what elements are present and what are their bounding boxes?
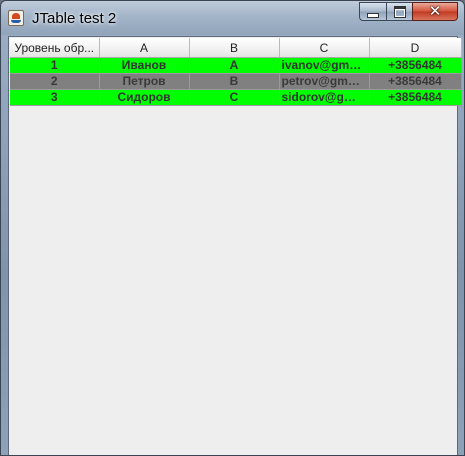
maximize-button[interactable] xyxy=(386,2,412,21)
close-button[interactable]: ✕ xyxy=(412,2,458,21)
maximize-icon xyxy=(393,5,406,18)
column-header-level[interactable]: Уровень обр... xyxy=(10,38,100,58)
table-header-row: Уровень обр... A B C D xyxy=(10,38,462,58)
table-cell-c[interactable]: sidorov@gma... xyxy=(279,89,370,106)
table-cell-c[interactable]: ivanov@gmail.... xyxy=(279,57,370,74)
table-cell-b[interactable]: A xyxy=(189,57,280,74)
column-header-a[interactable]: A xyxy=(99,38,190,58)
table-scroll-pane[interactable]: Уровень обр... A B C D 1 Иванов A ivanov… xyxy=(8,36,462,455)
close-icon: ✕ xyxy=(428,2,442,20)
table-row[interactable]: 3 Сидоров C sidorov@gma... +3856484 xyxy=(10,89,462,106)
minimize-icon xyxy=(367,12,379,18)
title-bar[interactable]: JTable test 2 ✕ xyxy=(1,1,464,35)
table-cell-d[interactable]: +3856484 xyxy=(369,89,462,106)
table-cell-level[interactable]: 1 xyxy=(10,57,100,74)
table-cell-b[interactable]: C xyxy=(189,89,280,106)
data-table[interactable]: Уровень обр... A B C D 1 Иванов A ivanov… xyxy=(10,38,462,106)
table-cell-d[interactable]: +3856484 xyxy=(369,57,462,74)
java-cup-icon[interactable] xyxy=(8,10,24,26)
app-window: JTable test 2 ✕ Уровень обр... A B C D 1… xyxy=(0,0,465,456)
window-controls: ✕ xyxy=(359,2,458,22)
column-header-b[interactable]: B xyxy=(189,38,280,58)
column-header-d[interactable]: D xyxy=(369,38,462,58)
table-row[interactable]: 1 Иванов A ivanov@gmail.... +3856484 xyxy=(10,57,462,74)
table-cell-d[interactable]: +3856484 xyxy=(369,73,462,90)
minimize-button[interactable] xyxy=(359,2,386,21)
window-title: JTable test 2 xyxy=(32,10,117,27)
table-cell-a[interactable]: Сидоров xyxy=(99,89,190,106)
table-cell-a[interactable]: Петров xyxy=(99,73,190,90)
table-cell-c[interactable]: petrov@gmail.... xyxy=(279,73,370,90)
table-cell-level[interactable]: 3 xyxy=(10,89,100,106)
table-cell-b[interactable]: B xyxy=(189,73,280,90)
table-cell-level[interactable]: 2 xyxy=(10,73,100,90)
table-row[interactable]: 2 Петров B petrov@gmail.... +3856484 xyxy=(10,73,462,90)
column-header-c[interactable]: C xyxy=(279,38,370,58)
table-cell-a[interactable]: Иванов xyxy=(99,57,190,74)
